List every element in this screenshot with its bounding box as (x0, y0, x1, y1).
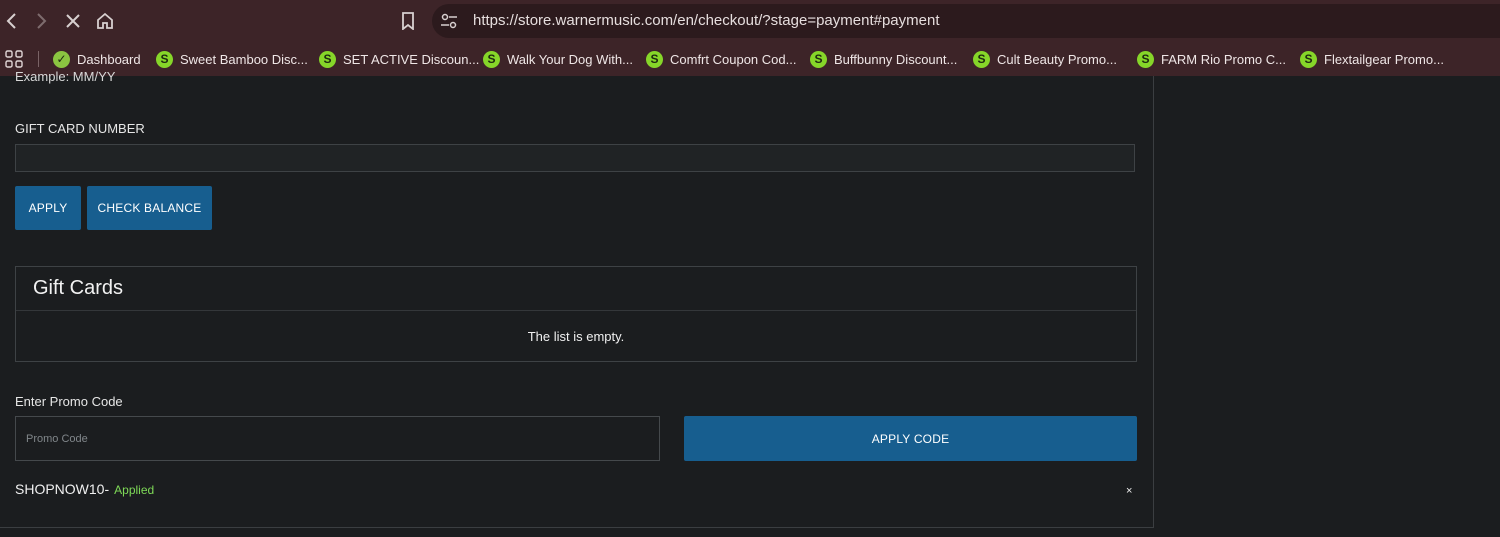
dashboard-favicon-icon: ✓ (53, 50, 70, 68)
bookmark-label: Dashboard (77, 51, 141, 67)
check-balance-button[interactable]: CHECK BALANCE (87, 186, 212, 230)
s-favicon-icon: S (156, 50, 173, 68)
bookmark-label: Cult Beauty Promo... (997, 51, 1117, 67)
bookmark-label: Comfrt Coupon Cod... (670, 51, 797, 67)
payment-panel: Example: MM/YY GIFT CARD NUMBER APPLY CH… (0, 69, 1154, 528)
expiry-hint-text: Example: MM/YY (15, 69, 116, 84)
stop-loading-button[interactable] (61, 9, 85, 33)
s-favicon-icon: S (646, 50, 663, 68)
bookmark-item[interactable]: S Buffbunny Discount... (810, 49, 957, 69)
apply-gift-card-button[interactable]: APPLY (15, 186, 81, 230)
browser-toolbar: https://store.warnermusic.com/en/checkou… (0, 0, 1500, 42)
chevron-right-icon (37, 13, 47, 29)
bookmark-item[interactable]: S Comfrt Coupon Cod... (646, 49, 796, 69)
s-favicon-icon: S (319, 50, 336, 68)
address-bar[interactable]: https://store.warnermusic.com/en/checkou… (432, 4, 1500, 38)
gift-card-number-input[interactable] (15, 144, 1135, 172)
apps-grid-icon[interactable] (5, 50, 23, 68)
close-icon (66, 14, 80, 28)
applied-status-text: Applied (114, 483, 155, 497)
applied-promo-code: SHOPNOW10 (15, 481, 105, 497)
apply-code-button[interactable]: APPLY CODE (684, 416, 1137, 461)
forward-button[interactable] (29, 9, 53, 33)
chevron-left-icon (6, 13, 16, 29)
gift-cards-empty-message: The list is empty. (527, 329, 625, 344)
bookmark-label: Walk Your Dog With... (507, 51, 633, 67)
promo-code-label: Enter Promo Code (15, 394, 123, 409)
bookmark-item[interactable]: S Walk Your Dog With... (483, 49, 633, 69)
bookmark-item[interactable]: S SET ACTIVE Discoun... (319, 49, 479, 69)
bookmark-item[interactable]: S Flextailgear Promo... (1300, 49, 1444, 69)
applied-promo-row: SHOPNOW10 - Applied (15, 481, 154, 497)
remove-promo-button[interactable]: × (1126, 485, 1132, 497)
bookmark-item[interactable]: S Sweet Bamboo Disc... (156, 49, 308, 69)
applied-separator: - (104, 481, 110, 497)
bookmark-label: Buffbunny Discount... (834, 51, 958, 67)
bookmark-label: SET ACTIVE Discoun... (343, 51, 480, 67)
gift-card-number-label: GIFT CARD NUMBER (15, 121, 145, 136)
s-favicon-icon: S (483, 50, 500, 68)
bookmark-label: FARM Rio Promo C... (1161, 51, 1286, 67)
bookmark-label: Flextailgear Promo... (1324, 51, 1444, 67)
s-favicon-icon: S (810, 50, 827, 68)
bookmark-star-button[interactable] (396, 9, 420, 33)
gift-cards-title: Gift Cards (33, 277, 124, 299)
bookmarks-bar: ✓ Dashboard S Sweet Bamboo Disc... S SET… (0, 42, 1500, 76)
url-text[interactable]: https://store.warnermusic.com/en/checkou… (473, 12, 940, 29)
s-favicon-icon: S (1300, 50, 1317, 68)
divider (16, 310, 1136, 311)
promo-code-input[interactable] (15, 416, 660, 461)
bookmark-separator (38, 51, 39, 67)
home-button[interactable] (93, 9, 117, 33)
bookmark-label: Sweet Bamboo Disc... (180, 51, 308, 67)
site-settings-icon[interactable] (440, 13, 458, 29)
bookmark-icon (402, 12, 414, 30)
s-favicon-icon: S (1137, 50, 1154, 68)
bookmark-item[interactable]: S Cult Beauty Promo... (973, 49, 1117, 69)
back-button[interactable] (0, 9, 24, 33)
gift-cards-box: Gift Cards The list is empty. (15, 266, 1137, 362)
bookmark-item[interactable]: S FARM Rio Promo C... (1137, 49, 1286, 69)
s-favicon-icon: S (973, 50, 990, 68)
home-icon (97, 12, 113, 29)
bookmark-dashboard[interactable]: ✓ Dashboard (53, 49, 141, 69)
